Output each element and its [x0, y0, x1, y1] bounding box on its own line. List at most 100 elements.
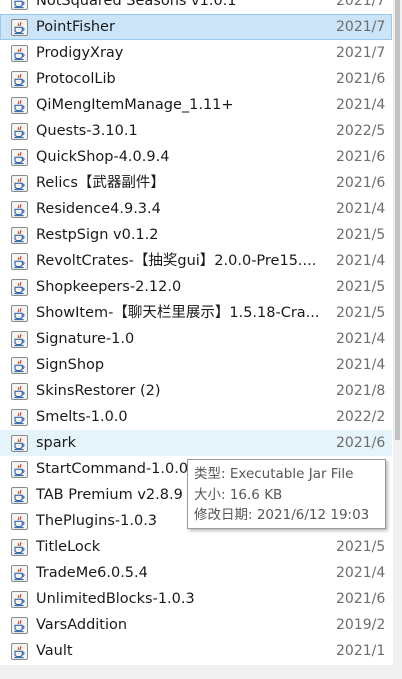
file-row[interactable]: Relics【武器副件】 2021/6 [0, 170, 392, 196]
file-row[interactable]: RevoltCrates-【抽奖gui】2.0.0-Pre15.... 2021/… [0, 248, 392, 274]
java-jar-file-icon [11, 435, 28, 452]
file-name: spark [36, 435, 77, 451]
file-date: 2021/4 [336, 253, 386, 269]
java-jar-file-icon [11, 617, 28, 634]
file-name: Relics【武器副件】 [36, 175, 165, 191]
file-date: 2021/5 [336, 279, 386, 295]
horizontal-scrollbar[interactable] [0, 665, 402, 679]
file-name: SignShop [36, 357, 105, 373]
vertical-scrollbar[interactable] [393, 0, 402, 679]
java-jar-file-icon [11, 305, 28, 322]
file-list: NotSquared Seasons v1.0.1 2021/7 PointFish… [0, 0, 392, 664]
java-jar-file-icon [11, 0, 28, 10]
file-date: 2021/6 [336, 149, 386, 165]
java-jar-file-icon [11, 357, 28, 374]
file-info-tooltip: 类型: Executable Jar File 大小: 16.6 KB 修改日期… [187, 459, 386, 529]
file-row[interactable]: PointFisher 2021/7 [0, 14, 392, 40]
file-row[interactable]: Signature-1.0 2021/4 [0, 326, 392, 352]
file-name: RestpSign v0.1.2 [36, 227, 159, 243]
file-date: 2021/8 [336, 383, 386, 399]
java-jar-file-icon [11, 461, 28, 478]
file-date: 2021/5 [336, 305, 386, 321]
file-name: TitleLock [36, 539, 101, 555]
file-date: 2021/5 [336, 539, 386, 555]
file-row[interactable]: Residence4.9.3.4 2021/4 [0, 196, 392, 222]
file-date: 2021/7 [336, 19, 386, 35]
scrollbar-thumb[interactable] [395, 0, 400, 440]
java-jar-file-icon [11, 591, 28, 608]
file-date: 2021/6 [336, 175, 386, 191]
file-name: PointFisher [36, 19, 115, 35]
java-jar-file-icon [11, 201, 28, 218]
file-name: Quests-3.10.1 [36, 123, 138, 139]
file-date: 2021/7 [336, 45, 386, 61]
tooltip-modified: 修改日期: 2021/6/12 19:03 [194, 507, 370, 523]
tooltip-type: 类型: Executable Jar File [194, 466, 354, 482]
file-date: 2021/1 [336, 643, 386, 659]
java-jar-file-icon [11, 565, 28, 582]
file-date: 2021/4 [336, 357, 386, 373]
java-jar-file-icon [11, 253, 28, 270]
file-row[interactable]: SignShop 2021/4 [0, 352, 392, 378]
java-jar-file-icon [11, 331, 28, 348]
java-jar-file-icon [11, 149, 28, 166]
file-name: Shopkeepers-2.12.0 [36, 279, 182, 295]
file-name: ProtocolLib [36, 71, 116, 87]
java-jar-file-icon [11, 409, 28, 426]
file-row[interactable]: Smelts-1.0.0 2022/2 [0, 404, 392, 430]
file-row[interactable]: TradeMe6.0.5.4 2021/4 [0, 560, 392, 586]
file-name: NotSquared Seasons v1.0.1 [36, 0, 237, 9]
java-jar-file-icon [11, 123, 28, 140]
file-name: Vault [36, 643, 73, 659]
file-row[interactable]: Shopkeepers-2.12.0 2021/5 [0, 274, 392, 300]
file-name: SkinsRestorer (2) [36, 383, 161, 399]
file-name: Smelts-1.0.0 [36, 409, 128, 425]
file-name: Residence4.9.3.4 [36, 201, 161, 217]
java-jar-file-icon [11, 19, 28, 36]
file-row[interactable]: UnlimitedBlocks-1.0.3 2021/6 [0, 586, 392, 612]
java-jar-file-icon [11, 227, 28, 244]
file-date: 2021/6 [336, 435, 386, 451]
java-jar-file-icon [11, 487, 28, 504]
file-name: ShowItem-【聊天栏里展示】1.5.18-Cra... [36, 305, 320, 321]
java-jar-file-icon [11, 279, 28, 296]
java-jar-file-icon [11, 383, 28, 400]
file-row[interactable]: TitleLock 2021/5 [0, 534, 392, 560]
file-row[interactable]: SkinsRestorer (2) 2021/8 [0, 378, 392, 404]
file-row[interactable]: RestpSign v0.1.2 2021/5 [0, 222, 392, 248]
file-row[interactable]: spark 2021/6 [0, 430, 392, 456]
file-row[interactable]: ProdigyXray 2021/7 [0, 40, 392, 66]
file-date: 2021/4 [336, 565, 386, 581]
file-date: 2021/6 [336, 591, 386, 607]
file-name: VarsAddition [36, 617, 128, 633]
file-name: Signature-1.0 [36, 331, 135, 347]
file-date: 2021/6 [336, 71, 386, 87]
java-jar-file-icon [11, 71, 28, 88]
file-date: 2021/4 [336, 201, 386, 217]
file-row[interactable]: QuickShop-4.0.9.4 2021/6 [0, 144, 392, 170]
file-row[interactable]: Quests-3.10.1 2022/5 [0, 118, 392, 144]
file-name: ProdigyXray [36, 45, 124, 61]
file-explorer-window: NotSquared Seasons v1.0.1 2021/7 PointFish… [0, 0, 402, 679]
file-name: UnlimitedBlocks-1.0.3 [36, 591, 195, 607]
file-name: StartCommand-1.0.0 [36, 461, 189, 477]
file-name: QiMengItemManage_1.11+ [36, 97, 234, 113]
tooltip-size: 大小: 16.6 KB [194, 486, 283, 503]
java-jar-file-icon [11, 513, 28, 530]
file-name: TAB Premium v2.8.9 [36, 487, 183, 503]
file-row[interactable]: ProtocolLib 2021/6 [0, 66, 392, 92]
file-row[interactable]: Vault 2021/1 [0, 638, 392, 664]
file-date: 2022/5 [336, 123, 386, 139]
file-date: 2019/2 [336, 617, 386, 633]
file-row[interactable]: ShowItem-【聊天栏里展示】1.5.18-Cra... 2021/5 [0, 300, 392, 326]
file-date: 2022/2 [336, 409, 386, 425]
file-row[interactable]: QiMengItemManage_1.11+ 2021/4 [0, 92, 392, 118]
file-date: 2021/4 [336, 331, 386, 347]
file-row[interactable]: VarsAddition 2019/2 [0, 612, 392, 638]
file-row[interactable]: NotSquared Seasons v1.0.1 2021/7 [0, 0, 392, 14]
file-date: 2021/4 [336, 97, 386, 113]
file-name: TradeMe6.0.5.4 [36, 565, 148, 581]
file-date: 2021/7 [336, 0, 386, 9]
file-date: 2021/5 [336, 227, 386, 243]
file-name: RevoltCrates-【抽奖gui】2.0.0-Pre15.... [36, 253, 317, 269]
